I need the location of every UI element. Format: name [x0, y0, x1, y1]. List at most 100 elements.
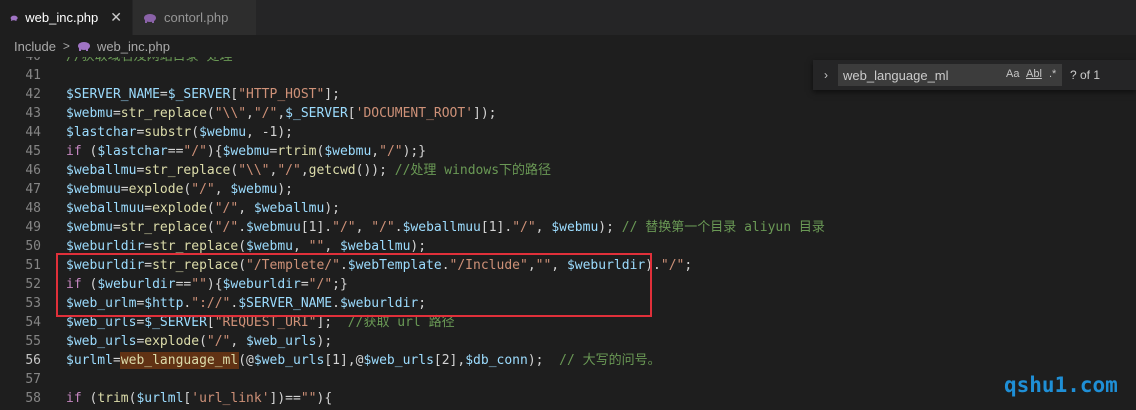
- tab-web-inc-php[interactable]: web_inc.php ✕: [0, 0, 133, 35]
- code-token: .: [394, 220, 403, 235]
- code-token: ];: [316, 315, 348, 330]
- code-token: [: [206, 315, 215, 330]
- code-line[interactable]: 51 $weburldir=str_replace("/Templete/".$w…: [0, 256, 1136, 275]
- code-line[interactable]: 45 if ($lastchar=="/"){$webmu=rtrim($webm…: [0, 142, 1136, 161]
- code-token: "/": [206, 334, 231, 349]
- code-token: $weballmuu: [66, 201, 145, 216]
- code-token: );: [324, 201, 340, 216]
- code-token: [1].: [480, 220, 513, 235]
- code-token: "://": [191, 296, 231, 311]
- code-line[interactable]: 44 $lastchar=substr($webmu, -1);: [0, 123, 1136, 142]
- code-token: "/": [214, 220, 239, 235]
- code-token: .: [238, 220, 247, 235]
- php-elephant-icon: [77, 42, 90, 51]
- watermark: qshu1.com: [1004, 373, 1118, 397]
- code-token: $_SERVER: [167, 87, 231, 102]
- code-token: $webmu: [551, 220, 599, 235]
- code-token: ,: [551, 258, 567, 273]
- line-number: 55: [25, 334, 41, 349]
- match-case-toggle[interactable]: Aa: [1006, 68, 1019, 80]
- php-elephant-icon: [144, 13, 156, 23]
- code-token: ==: [167, 144, 184, 159]
- breadcrumb-folder[interactable]: Include: [14, 39, 56, 54]
- code-token: //处理 windows下的路径: [394, 163, 552, 178]
- code-token: =: [112, 106, 121, 121]
- code-editor[interactable]: 40//获取域名及网站目录 处理4142$SERVER_NAME=$_SERVE…: [0, 57, 1136, 410]
- code-token: (: [191, 125, 200, 140]
- code-line[interactable]: 58 if (trim($urlml['url_link'])==""){: [0, 389, 1136, 408]
- code-token: .: [332, 296, 340, 311]
- breadcrumb-file[interactable]: web_inc.php: [97, 39, 170, 54]
- code-token: explode: [144, 334, 200, 349]
- code-line[interactable]: 56 $urlml=web_language_ml(@$web_urls[1],@…: [0, 351, 1136, 370]
- code-token: $_SERVER: [144, 315, 207, 330]
- code-token: str_replace: [120, 106, 207, 121]
- code-line[interactable]: 52 if ($weburldir==""){$weburldir="/";}: [0, 275, 1136, 294]
- code-line[interactable]: 46 $weballmu=str_replace("\\","/",getcwd(…: [0, 161, 1136, 180]
- code-token: $web_urls: [363, 353, 434, 368]
- code-token: );: [527, 353, 560, 368]
- code-token: $web_urls: [253, 353, 325, 368]
- line-number: 50: [25, 239, 41, 254]
- code-line[interactable]: 48 $weballmuu=explode("/", $weballmu);: [0, 199, 1136, 218]
- code-token: ,: [324, 239, 340, 254]
- code-token: ());: [355, 163, 395, 178]
- code-token: $weburldir: [339, 296, 419, 311]
- code-token: if: [66, 144, 82, 159]
- code-token: "/": [332, 220, 356, 235]
- code-line[interactable]: 50 $weburldir=str_replace($webmu, "", $we…: [0, 237, 1136, 256]
- code-token: "": [535, 258, 552, 273]
- code-token: ,: [293, 239, 309, 254]
- code-token: "": [191, 277, 207, 292]
- code-line[interactable]: 55 $web_urls=explode("/", $web_urls);: [0, 332, 1136, 351]
- regex-toggle[interactable]: .*: [1049, 68, 1056, 80]
- code-token: "/": [214, 201, 239, 216]
- code-text: $lastchar=substr($webmu, -1);: [66, 123, 293, 142]
- tab-bar: web_inc.php ✕ contorl.php: [0, 0, 1136, 35]
- code-token: $weballmu: [339, 239, 411, 254]
- find-input[interactable]: web_language_ml Aa Abl .*: [838, 64, 1062, 86]
- code-token: "": [308, 239, 325, 254]
- code-line[interactable]: 53 $web_urlm=$http."://".$SERVER_NAME.$we…: [0, 294, 1136, 313]
- tab-contorl-php[interactable]: contorl.php: [133, 0, 257, 35]
- code-line[interactable]: 49 $webmu=str_replace("/".$webmuu[1]."/",…: [0, 218, 1136, 237]
- code-token: $web_urls: [66, 334, 137, 349]
- code-text: //获取域名及网站目录 处理: [66, 57, 232, 66]
- line-number: 48: [25, 201, 41, 216]
- code-line[interactable]: 47 $webmuu=explode("/", $webmu);: [0, 180, 1136, 199]
- line-number: 40: [0, 57, 41, 66]
- code-token: =: [144, 239, 153, 254]
- whole-word-toggle[interactable]: Abl: [1026, 68, 1042, 80]
- code-token: );}: [402, 144, 427, 159]
- code-token: (: [81, 277, 98, 292]
- code-token: [1],@: [324, 353, 364, 368]
- code-token: $weburldir: [66, 239, 145, 254]
- find-widget: › web_language_ml Aa Abl .* ? of 1: [813, 60, 1136, 90]
- search-match-highlight: web_language_ml: [119, 352, 240, 369]
- code-line[interactable]: 54 $web_urls=$_SERVER["REQUEST_URI"]; //获…: [0, 313, 1136, 332]
- code-token: );: [410, 239, 427, 254]
- code-token: (: [81, 144, 98, 159]
- code-token: "": [300, 391, 317, 406]
- code-token: (@: [238, 353, 254, 368]
- code-token: ){: [206, 277, 223, 292]
- code-token: "/": [183, 144, 207, 159]
- match-count: ? of 1: [1070, 68, 1101, 82]
- line-number: 54: [25, 315, 41, 330]
- code-line[interactable]: 43 $webmu=str_replace("\\","/",$_SERVER['…: [0, 104, 1136, 123]
- code-token: "\\": [214, 106, 247, 121]
- code-token: "/": [371, 220, 395, 235]
- code-token: substr: [144, 125, 192, 140]
- code-text: $webmu=str_replace("\\","/",$_SERVER['DO…: [66, 104, 497, 123]
- code-token: $weballmu: [66, 163, 137, 178]
- code-token: (: [206, 201, 215, 216]
- code-token: if: [66, 391, 82, 406]
- code-token: ,: [246, 106, 254, 121]
- close-icon[interactable]: ✕: [110, 9, 122, 26]
- code-token: $weburldir: [66, 258, 145, 273]
- code-token: ,: [371, 144, 380, 159]
- code-line[interactable]: 57: [0, 370, 1136, 389]
- code-token: "/Templete/": [246, 258, 340, 273]
- chevron-right-icon[interactable]: ›: [817, 68, 835, 82]
- code-token: (: [206, 106, 215, 121]
